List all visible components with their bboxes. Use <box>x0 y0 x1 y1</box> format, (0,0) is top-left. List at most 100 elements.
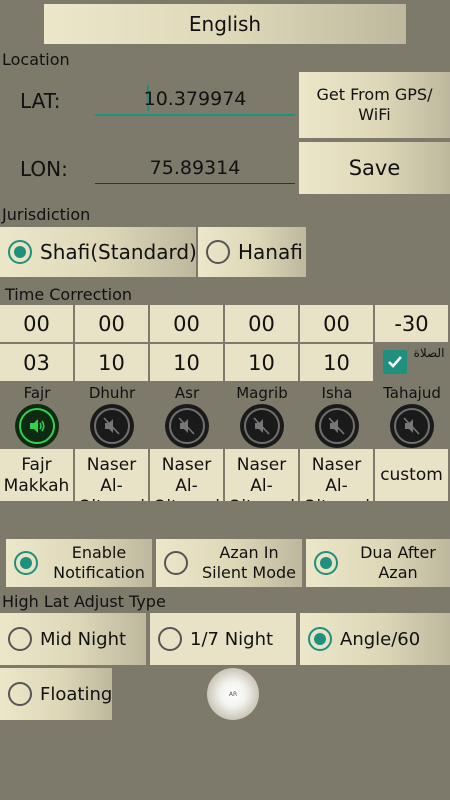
time-correction-minutes-input[interactable]: 00 <box>0 305 73 342</box>
lat-value: 10.379974 <box>143 88 247 110</box>
azan-method-button[interactable]: Naser Al-Qitaami <box>225 449 298 501</box>
notification-option-label: Dua After Azan <box>360 543 436 582</box>
language-button[interactable]: English <box>44 4 406 44</box>
time-correction-value: 10 <box>248 350 275 375</box>
azan-sound-toggle[interactable] <box>165 404 209 448</box>
time-correction-minutes-input[interactable]: 00 <box>75 305 148 342</box>
time-correction-value: 03 <box>23 350 50 375</box>
notification-option-label: Azan In Silent Mode <box>202 543 296 582</box>
speaker-muted-icon <box>253 417 270 435</box>
azan-method-button[interactable]: Naser Al-Qitaami <box>75 449 148 501</box>
azan-method-button[interactable]: Naser Al-Qitaami <box>150 449 223 501</box>
time-correction-value: 10 <box>173 350 200 375</box>
high-lat-section-label: High Lat Adjust Type <box>2 592 166 611</box>
lon-input[interactable]: 75.89314 <box>95 150 295 184</box>
azan-sound-toggle[interactable] <box>240 404 284 448</box>
azan-sound-toggle[interactable] <box>90 404 134 448</box>
azan-method-button[interactable]: Naser Al-Qitaami <box>300 449 373 501</box>
radio-unselected-icon <box>158 627 182 651</box>
azan-method-label: Naser Al-Qitaami <box>303 455 370 501</box>
speaker-muted-icon <box>178 417 195 435</box>
azan-sound-toggle[interactable] <box>315 404 359 448</box>
time-correction-value: 00 <box>323 311 350 336</box>
radio-unselected-icon <box>8 682 32 706</box>
prayer-name-label: Asr <box>174 384 200 402</box>
salah-checkbox[interactable] <box>383 350 407 374</box>
azan-silent-mode-option[interactable]: Azan In Silent Mode <box>156 539 302 587</box>
time-correction-minutes-input[interactable]: 00 <box>225 305 298 342</box>
high-lat-option-floating[interactable]: Floating <box>0 668 112 720</box>
radio-selected-icon <box>8 240 32 264</box>
time-correction-minutes-input[interactable]: 00 <box>300 305 373 342</box>
prayer-name-label: Isha <box>321 384 353 402</box>
jurisdiction-option-label: Shafi(Standard) <box>40 240 197 264</box>
floating-badge-label: AR <box>228 690 238 698</box>
azan-method-label: Naser Al-Qitaami <box>153 455 220 501</box>
high-lat-option-midnight[interactable]: Mid Night <box>0 613 146 665</box>
radio-unselected-icon <box>164 551 188 575</box>
lat-label: LAT: <box>20 89 61 113</box>
sound-toggle-ring <box>169 408 205 444</box>
high-lat-option-seventh-night[interactable]: 1/7 Night <box>150 613 296 665</box>
gps-button[interactable]: Get From GPS/ WiFi <box>299 72 450 138</box>
prayer-name-label: Magrib <box>236 384 288 402</box>
time-correction-minutes-input[interactable]: -30 <box>375 305 448 342</box>
time-correction-minutes-input[interactable]: 00 <box>150 305 223 342</box>
azan-method-label: Fajr Makkah <box>3 455 70 496</box>
lon-label: LON: <box>20 157 68 181</box>
high-lat-option-label: Mid Night <box>40 628 127 650</box>
sound-toggle-ring <box>394 408 430 444</box>
time-correction-offset-input[interactable]: 10 <box>300 344 373 381</box>
time-correction-value: 00 <box>23 311 50 336</box>
speaker-on-icon <box>30 419 45 433</box>
sound-toggle-ring <box>244 408 280 444</box>
high-lat-option-label: Angle/60 <box>340 628 421 650</box>
time-correction-offset-input[interactable]: 10 <box>150 344 223 381</box>
time-correction-offset-input[interactable]: 10 <box>225 344 298 381</box>
location-section-label: Location <box>2 50 70 69</box>
sound-toggle-ring <box>94 408 130 444</box>
prayer-name-label: Fajr <box>23 384 51 402</box>
salah-checkbox-label: الصلاة <box>413 346 445 360</box>
time-correction-value: 10 <box>98 350 125 375</box>
floating-assistant-button[interactable]: AR <box>207 668 259 720</box>
sound-toggle-ring <box>19 408 55 444</box>
time-correction-offset-input[interactable]: 10 <box>75 344 148 381</box>
radio-selected-icon <box>308 627 332 651</box>
azan-method-button[interactable]: Fajr Makkah <box>0 449 73 501</box>
enable-notification-option[interactable]: Enable Notification <box>6 539 152 587</box>
azan-method-label: Naser Al-Qitaami <box>228 455 295 501</box>
high-lat-option-angle[interactable]: Angle/60 <box>300 613 450 665</box>
language-label: English <box>188 12 262 36</box>
jurisdiction-option-label: Hanafi <box>238 240 303 264</box>
speaker-muted-icon <box>103 417 120 435</box>
jurisdiction-option-hanafi[interactable]: Hanafi <box>198 227 306 277</box>
high-lat-option-label: 1/7 Night <box>190 628 274 650</box>
azan-method-button[interactable]: custom <box>375 449 448 501</box>
save-button[interactable]: Save <box>299 142 450 194</box>
radio-selected-icon <box>314 551 338 575</box>
save-button-label: Save <box>348 156 401 180</box>
radio-unselected-icon <box>206 240 230 264</box>
azan-method-label: Naser Al-Qitaami <box>78 455 145 501</box>
time-correction-value: 10 <box>323 350 350 375</box>
speaker-muted-icon <box>403 417 420 435</box>
jurisdiction-option-shafi[interactable]: Shafi(Standard) <box>0 227 197 277</box>
azan-method-label: custom <box>380 464 443 485</box>
time-correction-section-label: Time Correction <box>5 285 133 304</box>
time-correction-value: 00 <box>98 311 125 336</box>
checkmark-icon <box>388 356 402 368</box>
sound-toggle-ring <box>319 408 355 444</box>
speaker-muted-icon <box>328 417 345 435</box>
time-correction-value: 00 <box>173 311 200 336</box>
prayer-name-label: Tahajud <box>383 384 441 402</box>
notification-option-label: Enable Notification <box>53 543 145 582</box>
azan-sound-toggle[interactable] <box>15 404 59 448</box>
azan-sound-toggle[interactable] <box>390 404 434 448</box>
jurisdiction-section-label: Jurisdiction <box>2 205 91 224</box>
lat-input[interactable]: 10.379974 <box>95 80 295 116</box>
lon-value: 75.89314 <box>149 157 241 179</box>
gps-button-label: Get From GPS/ WiFi <box>316 85 433 124</box>
time-correction-offset-input[interactable]: 03 <box>0 344 73 381</box>
dua-after-azan-option[interactable]: Dua After Azan <box>306 539 450 587</box>
